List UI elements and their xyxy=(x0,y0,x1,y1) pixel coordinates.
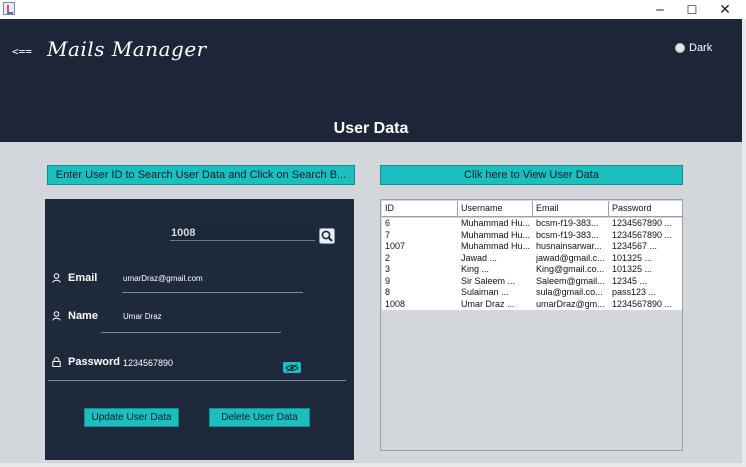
column-header-email[interactable]: Email xyxy=(533,201,609,217)
password-field[interactable]: 1234567890 xyxy=(123,358,173,368)
cell-email: husnainsarwar... xyxy=(536,241,602,251)
user-icon xyxy=(52,311,61,321)
view-user-data-button[interactable]: Clik here to View User Data xyxy=(380,165,683,185)
email-underline xyxy=(122,292,303,293)
table-row[interactable]: 9 Sir Saleem ... Saleem@gmail... 12345 .… xyxy=(382,276,682,288)
user-table: ID Username Email Password 6 Muhammad Hu… xyxy=(382,201,682,450)
password-label: Password xyxy=(52,356,120,368)
cell-password: 1234567890 ... xyxy=(612,298,673,309)
table-body: 6 Muhammad Hu... bcsm-f19-383... 1234567… xyxy=(382,218,682,310)
cell-email: umarDraz@gm... xyxy=(536,298,605,309)
cell-password: 1234567 ... xyxy=(612,241,658,251)
cell-id: 9 xyxy=(385,275,391,286)
user-form-panel: 1008 Email umarDraz@gmail.com Name Umar … xyxy=(45,199,354,460)
cell-username: Sir Saleem ... xyxy=(461,275,516,286)
eye-hidden-icon[interactable] xyxy=(283,362,301,373)
java-icon xyxy=(3,2,15,15)
cell-password: 1234567890 ... xyxy=(612,229,673,240)
cell-username: Umar Draz ... xyxy=(461,298,515,309)
dark-mode-toggle[interactable]: Dark xyxy=(675,42,712,54)
maximize-button[interactable]: ☐ xyxy=(677,0,707,19)
radio-icon[interactable] xyxy=(675,43,685,53)
user-table-panel: ID Username Email Password 6 Muhammad Hu… xyxy=(380,199,683,451)
cell-id: 7 xyxy=(385,229,391,240)
cell-username: Muhammad Hu... xyxy=(461,229,531,240)
cell-id: 2 xyxy=(385,252,391,263)
user-id-search-input[interactable]: 1008 xyxy=(170,226,315,241)
cell-email: Saleem@gmail... xyxy=(536,275,605,286)
cell-email: King@gmail.co... xyxy=(536,264,605,274)
cell-password: 1234567890 ... xyxy=(612,218,673,228)
window-bottom-edge xyxy=(0,463,742,467)
dark-mode-label: Dark xyxy=(689,42,713,54)
cell-email: bcsm-f19-383... xyxy=(536,229,599,240)
user-icon xyxy=(52,273,61,283)
cell-password: 12345 ... xyxy=(612,275,648,286)
cell-username: Sulaiman ... xyxy=(461,287,509,297)
cell-username: Jawad ... xyxy=(461,252,498,263)
back-button[interactable]: <== xyxy=(12,45,32,58)
cell-username: King ... xyxy=(461,264,490,274)
window-titlebar: ─ ☐ ✕ xyxy=(0,0,746,19)
column-header-username[interactable]: Username xyxy=(458,201,533,217)
name-label-text: Name xyxy=(68,310,98,322)
cell-email: jawad@gmail.c... xyxy=(536,252,605,263)
window-edge xyxy=(742,19,746,467)
app-title: Mails Manager xyxy=(47,37,207,61)
cell-id: 6 xyxy=(385,218,391,228)
cell-id: 1008 xyxy=(385,298,406,309)
email-field[interactable]: umarDraz@gmail.com xyxy=(123,274,203,283)
name-label: Name xyxy=(52,310,98,322)
cell-username: Muhammad Hu... xyxy=(461,241,531,251)
table-header: ID Username Email Password xyxy=(382,201,682,217)
email-label: Email xyxy=(52,272,97,284)
search-icon[interactable] xyxy=(319,228,335,244)
table-row[interactable]: 1008 Umar Draz ... umarDraz@gm... 123456… xyxy=(382,299,682,311)
column-header-password[interactable]: Password xyxy=(609,201,682,217)
name-underline xyxy=(101,332,281,333)
name-field[interactable]: Umar Draz xyxy=(123,312,162,321)
table-row[interactable]: 2 Jawad ... jawad@gmail.c... 101325 ... xyxy=(382,253,682,265)
password-underline xyxy=(48,380,346,381)
table-row[interactable]: 1007 Muhammad Hu... husnainsarwar... 123… xyxy=(382,241,682,253)
cell-password: pass123 ... xyxy=(612,287,657,297)
close-button[interactable]: ✕ xyxy=(710,0,740,19)
cell-id: 8 xyxy=(385,287,391,297)
email-label-text: Email xyxy=(68,272,98,284)
update-user-button[interactable]: Update User Data xyxy=(84,408,179,427)
minimize-button[interactable]: ─ xyxy=(645,0,675,19)
cell-id: 3 xyxy=(385,264,391,274)
section-title: User Data xyxy=(333,120,409,137)
column-header-id[interactable]: ID xyxy=(382,201,458,217)
cell-id: 1007 xyxy=(385,241,406,251)
table-row[interactable]: 3 King ... King@gmail.co... 101325 ... xyxy=(382,264,682,276)
cell-email: bcsm-f19-383... xyxy=(536,218,599,228)
cell-password: 101325 ... xyxy=(612,252,653,263)
table-row[interactable]: 8 Sulaiman ... sula@gmail.co... pass123 … xyxy=(382,287,682,299)
delete-user-button[interactable]: Delete User Data xyxy=(209,408,310,427)
table-row[interactable]: 7 Muhammad Hu... bcsm-f19-383... 1234567… xyxy=(382,230,682,242)
password-label-text: Password xyxy=(68,356,120,368)
lock-icon xyxy=(52,357,61,367)
cell-password: 101325 ... xyxy=(612,264,653,274)
table-row[interactable]: 6 Muhammad Hu... bcsm-f19-383... 1234567… xyxy=(382,218,682,230)
cell-username: Muhammad Hu... xyxy=(461,218,531,228)
search-hint-button[interactable]: Enter User ID to Search User Data and Cl… xyxy=(47,165,355,185)
cell-email: sula@gmail.co... xyxy=(536,287,603,297)
